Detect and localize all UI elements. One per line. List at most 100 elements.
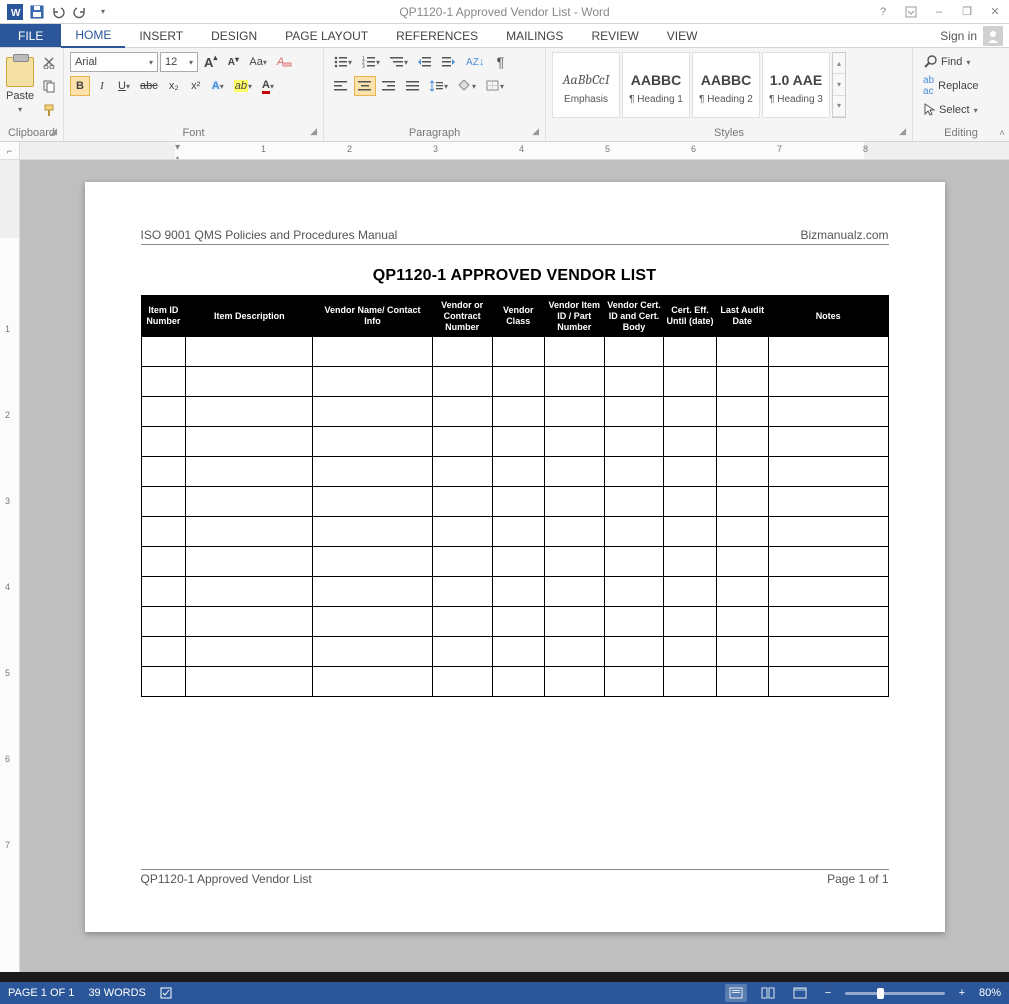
table-cell[interactable] — [604, 577, 664, 607]
align-right-icon[interactable] — [378, 76, 400, 96]
table-cell[interactable] — [432, 607, 492, 637]
web-layout-view-icon[interactable] — [789, 984, 811, 1002]
zoom-out-button[interactable]: − — [821, 987, 835, 999]
table-cell[interactable] — [768, 517, 888, 547]
table-cell[interactable] — [544, 397, 604, 427]
table-cell[interactable] — [141, 457, 186, 487]
table-cell[interactable] — [186, 457, 313, 487]
table-cell[interactable] — [141, 547, 186, 577]
table-cell[interactable] — [313, 667, 433, 697]
table-cell[interactable] — [432, 427, 492, 457]
table-cell[interactable] — [313, 427, 433, 457]
table-cell[interactable] — [716, 607, 768, 637]
zoom-thumb[interactable] — [877, 988, 884, 999]
table-cell[interactable] — [544, 427, 604, 457]
table-cell[interactable] — [141, 577, 186, 607]
table-cell[interactable] — [544, 577, 604, 607]
zoom-slider[interactable] — [845, 992, 945, 995]
status-page[interactable]: PAGE 1 OF 1 — [8, 987, 74, 999]
table-cell[interactable] — [768, 487, 888, 517]
bullets-icon[interactable]: ▾ — [330, 52, 356, 72]
table-cell[interactable] — [492, 427, 544, 457]
table-cell[interactable] — [604, 427, 664, 457]
table-cell[interactable] — [186, 517, 313, 547]
table-cell[interactable] — [492, 667, 544, 697]
print-layout-view-icon[interactable] — [725, 984, 747, 1002]
ruler-corner[interactable]: ⌐ — [0, 142, 20, 159]
increase-indent-icon[interactable] — [438, 52, 460, 72]
table-cell[interactable] — [604, 367, 664, 397]
shading-icon[interactable]: ▾ — [454, 76, 480, 96]
table-cell[interactable] — [604, 607, 664, 637]
cut-icon[interactable] — [38, 52, 60, 72]
highlight-icon[interactable]: ab▾ — [230, 76, 256, 96]
table-cell[interactable] — [716, 427, 768, 457]
change-case-icon[interactable]: Aa▾ — [245, 52, 270, 72]
table-cell[interactable] — [313, 577, 433, 607]
table-cell[interactable] — [716, 397, 768, 427]
strikethrough-button[interactable]: abc — [136, 76, 162, 96]
table-cell[interactable] — [432, 457, 492, 487]
table-cell[interactable] — [432, 397, 492, 427]
table-cell[interactable] — [186, 397, 313, 427]
table-cell[interactable] — [186, 487, 313, 517]
table-cell[interactable] — [544, 457, 604, 487]
help-icon[interactable]: ? — [869, 0, 897, 24]
table-cell[interactable] — [768, 607, 888, 637]
clear-formatting-icon[interactable]: A — [273, 52, 296, 72]
table-cell[interactable] — [186, 667, 313, 697]
table-cell[interactable] — [186, 607, 313, 637]
table-cell[interactable] — [768, 337, 888, 367]
table-cell[interactable] — [492, 637, 544, 667]
table-cell[interactable] — [768, 577, 888, 607]
table-cell[interactable] — [664, 637, 716, 667]
undo-icon[interactable] — [48, 1, 70, 23]
copy-icon[interactable] — [38, 76, 60, 96]
table-cell[interactable] — [768, 397, 888, 427]
table-cell[interactable] — [544, 547, 604, 577]
table-cell[interactable] — [664, 607, 716, 637]
show-marks-icon[interactable]: ¶ — [490, 52, 510, 72]
borders-icon[interactable]: ▾ — [482, 76, 508, 96]
font-size-combo[interactable]: 12▾ — [160, 52, 198, 72]
table-cell[interactable] — [664, 487, 716, 517]
underline-button[interactable]: U▾ — [114, 76, 134, 96]
table-cell[interactable] — [141, 607, 186, 637]
table-cell[interactable] — [186, 427, 313, 457]
table-cell[interactable] — [492, 367, 544, 397]
tab-review[interactable]: REVIEW — [577, 24, 652, 47]
table-cell[interactable] — [313, 337, 433, 367]
table-cell[interactable] — [544, 337, 604, 367]
replace-button[interactable]: abac Replace — [919, 76, 982, 96]
table-cell[interactable] — [432, 367, 492, 397]
shrink-font-icon[interactable]: A▾ — [223, 52, 243, 72]
numbering-icon[interactable]: 123▾ — [358, 52, 384, 72]
table-cell[interactable] — [664, 577, 716, 607]
table-cell[interactable] — [664, 667, 716, 697]
tab-view[interactable]: VIEW — [653, 24, 712, 47]
styles-gallery[interactable]: AaBbCcIEmphasisAABBC¶ Heading 1AABBC¶ He… — [552, 52, 846, 118]
table-cell[interactable] — [544, 367, 604, 397]
table-cell[interactable] — [716, 577, 768, 607]
ribbon-display-options-icon[interactable] — [897, 0, 925, 24]
table-cell[interactable] — [716, 517, 768, 547]
table-cell[interactable] — [432, 637, 492, 667]
decrease-indent-icon[interactable] — [414, 52, 436, 72]
italic-button[interactable]: I — [92, 76, 112, 96]
read-mode-view-icon[interactable] — [757, 984, 779, 1002]
table-cell[interactable] — [141, 367, 186, 397]
collapse-ribbon-icon[interactable]: ˄ — [999, 128, 1005, 139]
minimize-icon[interactable]: – — [925, 0, 953, 24]
select-button[interactable]: Select▾ — [919, 100, 982, 120]
table-cell[interactable] — [313, 547, 433, 577]
table-cell[interactable] — [544, 637, 604, 667]
align-left-icon[interactable] — [330, 76, 352, 96]
table-cell[interactable] — [768, 427, 888, 457]
justify-icon[interactable] — [402, 76, 424, 96]
table-cell[interactable] — [492, 397, 544, 427]
table-cell[interactable] — [492, 487, 544, 517]
paste-button[interactable]: Paste ▾ — [6, 52, 34, 118]
table-cell[interactable] — [604, 487, 664, 517]
table-cell[interactable] — [768, 667, 888, 697]
subscript-button[interactable]: x₂ — [164, 76, 184, 96]
